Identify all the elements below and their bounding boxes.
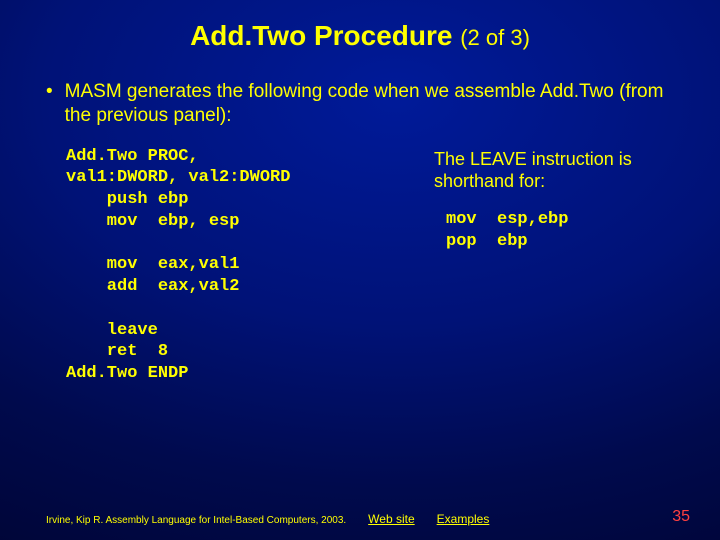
note-code: mov esp,ebp pop ebp — [434, 209, 674, 253]
content-columns: Add.Two PROC, val1:DWORD, val2:DWORD pus… — [46, 146, 674, 385]
assembly-code: Add.Two PROC, val1:DWORD, val2:DWORD pus… — [66, 146, 386, 385]
title-main: Add.Two Procedure — [190, 20, 452, 51]
slide-body: • MASM generates the following code when… — [0, 52, 720, 385]
examples-link[interactable]: Examples — [437, 512, 490, 526]
slide: Add.Two Procedure (2 of 3) • MASM genera… — [0, 0, 720, 540]
note-column: The LEAVE instruction is shorthand for: … — [386, 146, 674, 385]
slide-footer: Irvine, Kip R. Assembly Language for Int… — [0, 508, 720, 526]
footer-links: Web site Examples — [346, 512, 489, 526]
bullet-text: MASM generates the following code when w… — [65, 80, 674, 128]
slide-title: Add.Two Procedure (2 of 3) — [0, 0, 720, 52]
bullet-item: • MASM generates the following code when… — [46, 80, 674, 128]
page-number: 35 — [672, 508, 690, 526]
note-text: The LEAVE instruction is shorthand for: — [434, 148, 674, 193]
website-link[interactable]: Web site — [368, 512, 414, 526]
footer-credit: Irvine, Kip R. Assembly Language for Int… — [46, 515, 346, 526]
title-pager: (2 of 3) — [460, 25, 530, 50]
code-column: Add.Two PROC, val1:DWORD, val2:DWORD pus… — [66, 146, 386, 385]
bullet-icon: • — [46, 80, 53, 104]
